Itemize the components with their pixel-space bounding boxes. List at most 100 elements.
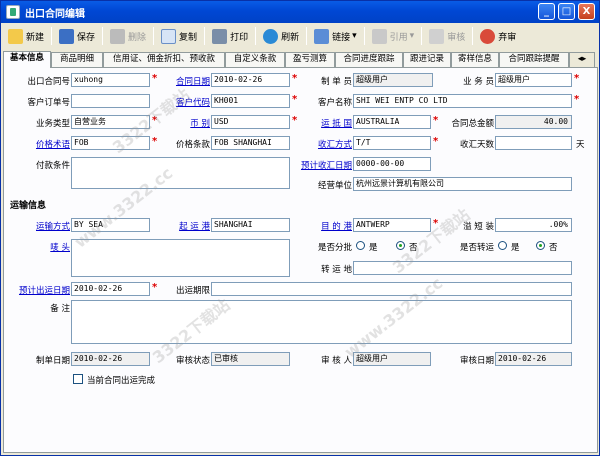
contract-date-field[interactable]: 2010-02-26 (211, 73, 290, 87)
price-term-field[interactable]: FOB (71, 136, 150, 150)
make-date-field: 2010-02-26 (71, 352, 150, 366)
currency-field[interactable]: USD (211, 115, 290, 129)
remark-field[interactable] (71, 300, 572, 344)
transit-field[interactable] (353, 261, 572, 275)
basic-info-panel: 出口合同号 xuhong * 合同日期 2010-02-26 * 制 单 员 超… (3, 67, 598, 453)
copy-button[interactable]: 复制 (158, 26, 200, 46)
partial-no-radio[interactable] (396, 241, 405, 250)
dest-port-label[interactable]: 目 的 港 (304, 220, 352, 232)
dest-port-field[interactable]: ANTWERP (353, 218, 431, 232)
cite-button[interactable]: 引用 ▾ (369, 26, 418, 46)
fx-method-field[interactable]: T/T (353, 136, 431, 150)
mark-field[interactable] (71, 239, 290, 277)
wand-icon (371, 28, 387, 44)
copy-label: 复制 (179, 32, 198, 43)
port-country-field[interactable]: AUSTRALIA (353, 115, 431, 129)
transport-field[interactable]: BY SEA (71, 218, 150, 232)
print-button[interactable]: 打印 (209, 26, 251, 46)
tab-tracking-reminder[interactable]: 合同跟踪提醒 (499, 52, 569, 67)
required-mark: * (433, 115, 439, 126)
load-port-field[interactable]: SHANGHAI (211, 218, 290, 232)
ship-limit-field[interactable] (211, 282, 572, 296)
biz-unit-field[interactable]: 杭州远景计算机有限公司 (353, 177, 572, 191)
payment-field[interactable] (71, 157, 290, 189)
shipment-complete-checkbox[interactable] (73, 374, 83, 384)
transport-label[interactable]: 运输方式 (14, 220, 70, 232)
overshort-field[interactable]: .00% (495, 218, 572, 232)
save-label: 保存 (77, 32, 96, 43)
cust-name-field[interactable]: SHI WEI ENTP CO LTD (353, 94, 572, 108)
minimize-button[interactable]: _ (538, 3, 555, 20)
tab-sample-info[interactable]: 寄样信息 (451, 52, 499, 67)
remark-label: 备 注 (50, 304, 70, 314)
price-clause-field[interactable]: FOB SHANGHAI (211, 136, 290, 150)
currency-label[interactable]: 币 别 (162, 117, 210, 129)
port-country-label[interactable]: 运 抵 国 (304, 117, 352, 129)
partial-no-label: 否 (409, 243, 418, 253)
cust-code-field[interactable]: KH001 (211, 94, 290, 108)
transship-no-radio[interactable] (536, 241, 545, 250)
contract-edit-window: 出口合同编辑 _ □ X 新建 保存 删除 复制 打印 刷新 链接 ▾ 引用 ▾ 审… (0, 0, 600, 456)
close-button[interactable]: X (578, 3, 595, 20)
delete-button[interactable]: 删除 (107, 26, 149, 46)
review-status-label: 审核状态 (175, 356, 210, 366)
est-ship-date-label[interactable]: 预计出运日期 (10, 284, 70, 296)
toolbar-separator (306, 27, 308, 45)
new-button[interactable]: 新建 (5, 26, 47, 46)
title-bar: 出口合同编辑 _ □ X (1, 1, 599, 23)
review-button[interactable]: 审核 (426, 26, 468, 46)
biz-type-field[interactable]: 自营业务 (71, 115, 150, 129)
link-button[interactable]: 链接 ▾ (311, 26, 360, 46)
reviewer-label: 审 核 人 (321, 356, 352, 366)
delete-label: 删除 (128, 32, 147, 43)
est-ship-date-field[interactable]: 2010-02-26 (71, 282, 150, 296)
delete-icon (110, 28, 126, 44)
contract-date-label[interactable]: 合同日期 (162, 75, 210, 87)
tab-scroll-arrows[interactable]: ◂▸ (569, 52, 595, 67)
toolbar-separator (204, 27, 206, 45)
total-amount-field: 40.00 (495, 115, 572, 129)
tab-custom-terms[interactable]: 自定义条款 (225, 52, 285, 67)
review-status-field: 已审核 (211, 352, 290, 366)
contract-no-field[interactable]: xuhong (71, 73, 150, 87)
toolbar-separator (153, 27, 155, 45)
tab-profit-calc[interactable]: 盈亏测算 (285, 52, 335, 67)
printer-icon (212, 28, 228, 44)
link-icon (314, 28, 330, 44)
maker-field: 超级用户 (353, 73, 433, 87)
app-icon (6, 5, 20, 19)
price-term-label[interactable]: 价格术语 (14, 138, 70, 150)
load-port-label[interactable]: 起 运 港 (162, 220, 210, 232)
price-clause-label: 价格条款 (175, 140, 210, 150)
tab-basic-info[interactable]: 基本信息 (3, 51, 51, 68)
transship-yes-label: 是 (511, 243, 520, 253)
refresh-button[interactable]: 刷新 (260, 26, 302, 46)
fx-method-label[interactable]: 收汇方式 (304, 138, 352, 150)
maximize-button[interactable]: □ (558, 3, 575, 20)
cust-order-field[interactable] (71, 94, 150, 108)
biz-type-label: 业务类型 (35, 119, 70, 129)
partial-yes-radio[interactable] (356, 241, 365, 250)
tab-credit-commission[interactable]: 信用证、佣金折扣、预收款 (103, 52, 225, 67)
est-fx-date-field[interactable]: 0000-00-00 (353, 157, 431, 171)
new-label: 新建 (26, 32, 45, 43)
total-amount-label: 合同总金额 (451, 119, 494, 129)
fx-days-field[interactable] (495, 136, 572, 150)
required-mark: * (433, 218, 439, 229)
transship-yes-radio[interactable] (498, 241, 507, 250)
mark-label[interactable]: 唛 头 (14, 241, 70, 253)
est-fx-date-label[interactable]: 预计收汇日期 (294, 159, 352, 171)
toolbar-separator (421, 27, 423, 45)
partial-label: 是否分批 (317, 243, 352, 253)
salesman-field[interactable]: 超级用户 (495, 73, 572, 87)
tab-followup-records[interactable]: 跟进记录 (403, 52, 451, 67)
window-title: 出口合同编辑 (25, 9, 85, 20)
unreview-button[interactable]: 弃审 (477, 26, 519, 46)
save-button[interactable]: 保存 (56, 26, 98, 46)
tab-progress-tracking[interactable]: 合同进度跟踪 (335, 52, 403, 67)
copy-icon (161, 28, 177, 44)
cust-code-label[interactable]: 客户代码 (162, 96, 210, 108)
tab-goods-detail[interactable]: 商品明细 (51, 52, 103, 67)
review-date-field: 2010-02-26 (495, 352, 572, 366)
required-mark: * (292, 94, 298, 105)
